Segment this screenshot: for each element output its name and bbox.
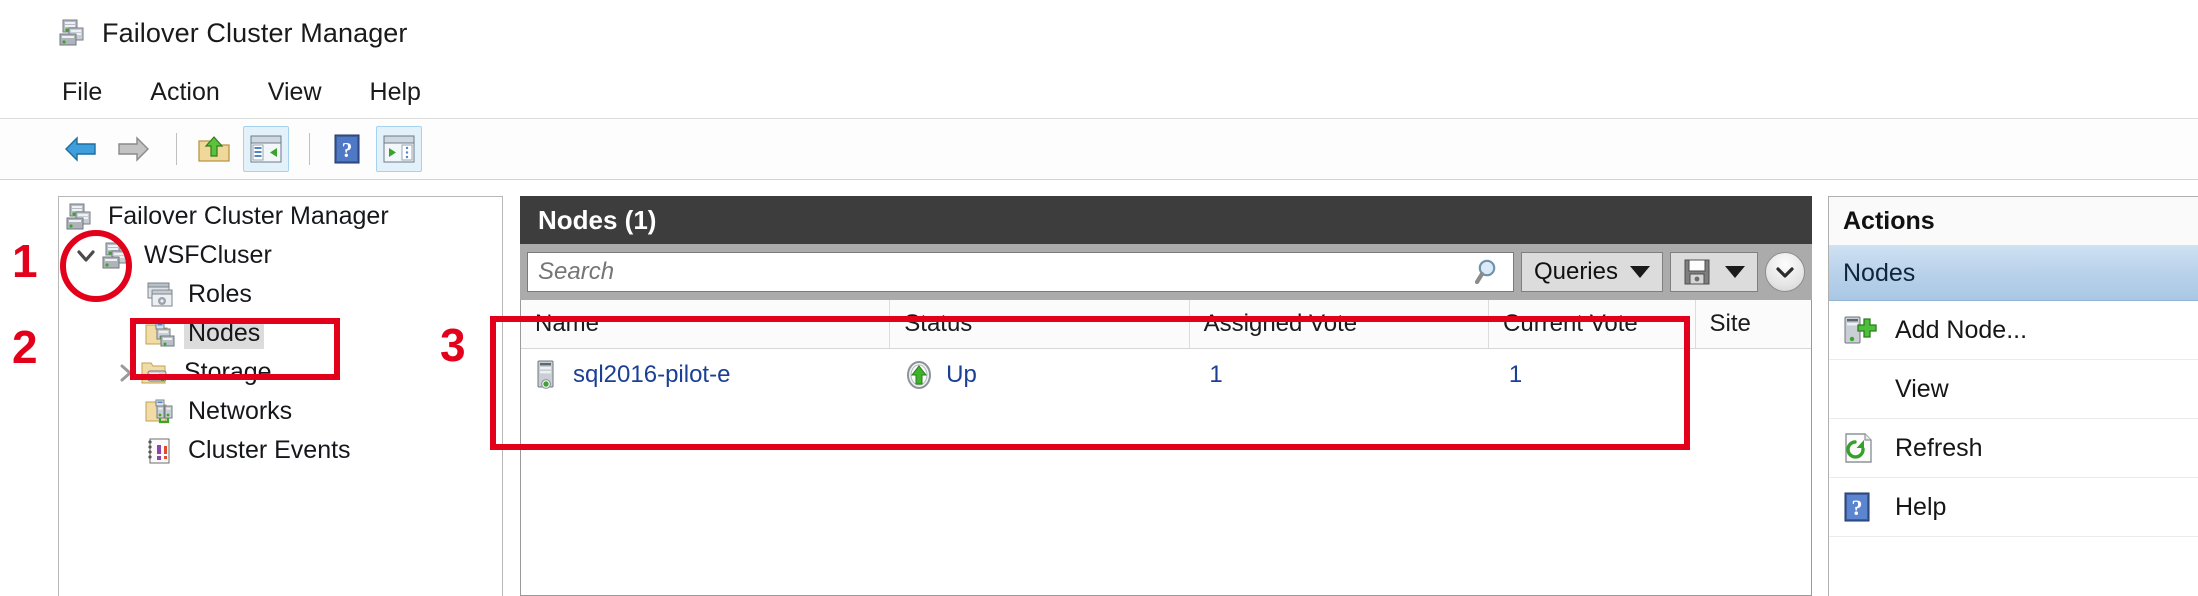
annotation-marker-3: 3	[440, 319, 466, 371]
action-add-node[interactable]: Add Node...	[1829, 301, 2198, 360]
annotation-marker-2: 2	[12, 321, 38, 373]
page-title: Failover Cluster Manager	[102, 17, 408, 48]
refresh-icon	[1843, 432, 1877, 464]
search-input[interactable]	[536, 257, 1475, 287]
action-label: View	[1895, 374, 1949, 403]
floppy-save-icon	[1683, 258, 1711, 286]
action-label: Refresh	[1895, 433, 1983, 462]
expand-filter-button[interactable]	[1765, 252, 1805, 292]
no-icon-spacer	[1843, 373, 1877, 405]
column-header-site[interactable]: Site	[1696, 300, 1811, 348]
svg-text:?: ?	[342, 138, 353, 162]
action-view[interactable]: View	[1829, 360, 2198, 419]
actions-group-header: Nodes	[1829, 246, 2198, 301]
cluster-events-icon	[145, 437, 175, 465]
annotation-circle-1	[60, 230, 132, 302]
cell-site[interactable]	[1696, 349, 1811, 401]
tree-item-label: WSFCluser	[144, 241, 272, 269]
toolbar-separator-2	[309, 133, 310, 165]
tree-item-label: Cluster Events	[188, 436, 351, 464]
action-label: Help	[1895, 492, 1947, 521]
toolbar-separator	[176, 133, 177, 165]
svg-text:?: ?	[1852, 495, 1863, 520]
chevron-down-icon	[1630, 266, 1650, 278]
queries-button[interactable]: Queries	[1520, 252, 1663, 292]
chevron-down-icon	[1725, 266, 1745, 278]
menu-action[interactable]: Action	[146, 76, 223, 109]
toolbar-up-one-level[interactable]	[191, 126, 237, 172]
app-title-bar: Failover Cluster Manager	[0, 0, 2198, 66]
annotation-rect-2	[130, 318, 340, 380]
actions-pane: Actions Nodes Add Node... View Refresh ?…	[1828, 196, 2198, 596]
menu-view[interactable]: View	[264, 76, 326, 109]
add-node-icon	[1843, 314, 1877, 346]
toolbar: ?	[0, 118, 2198, 180]
actions-pane-title: Actions	[1829, 197, 2198, 246]
tree-item-label: Networks	[188, 397, 293, 425]
save-query-button[interactable]	[1670, 252, 1758, 292]
menu-bar: File Action View Help	[0, 66, 2198, 118]
tree-item-label: Failover Cluster Manager	[108, 202, 389, 230]
cluster-icon	[58, 19, 88, 47]
queries-label: Queries	[1533, 258, 1618, 285]
cluster-icon	[65, 203, 95, 231]
roles-icon	[145, 281, 175, 309]
menu-help[interactable]: Help	[366, 76, 425, 109]
toolbar-forward[interactable]	[110, 126, 156, 172]
help-icon: ?	[1843, 491, 1877, 523]
toolbar-help[interactable]: ?	[324, 126, 370, 172]
action-label: Add Node...	[1895, 315, 2028, 344]
menu-file[interactable]: File	[58, 76, 106, 109]
toolbar-show-hide-console-tree[interactable]	[243, 126, 289, 172]
toolbar-back[interactable]	[58, 126, 104, 172]
tree-item-failover-cluster-manager[interactable]: Failover Cluster Manager	[59, 197, 502, 236]
search-box[interactable]	[527, 252, 1514, 292]
annotation-marker-1: 1	[12, 235, 38, 287]
tree-item-networks[interactable]: Networks	[59, 392, 502, 431]
toolbar-show-hide-action-pane[interactable]	[376, 126, 422, 172]
nodes-panel-header: Nodes (1)	[520, 196, 1812, 244]
filter-bar: Queries	[520, 244, 1812, 300]
action-help[interactable]: ? Help	[1829, 478, 2198, 537]
tree-item-cluster-events[interactable]: Cluster Events	[59, 431, 502, 470]
action-refresh[interactable]: Refresh	[1829, 419, 2198, 478]
annotation-rect-3	[490, 316, 1690, 450]
networks-icon	[145, 398, 175, 426]
magnifier-icon[interactable]	[1474, 257, 1505, 287]
tree-item-label: Roles	[188, 280, 252, 308]
